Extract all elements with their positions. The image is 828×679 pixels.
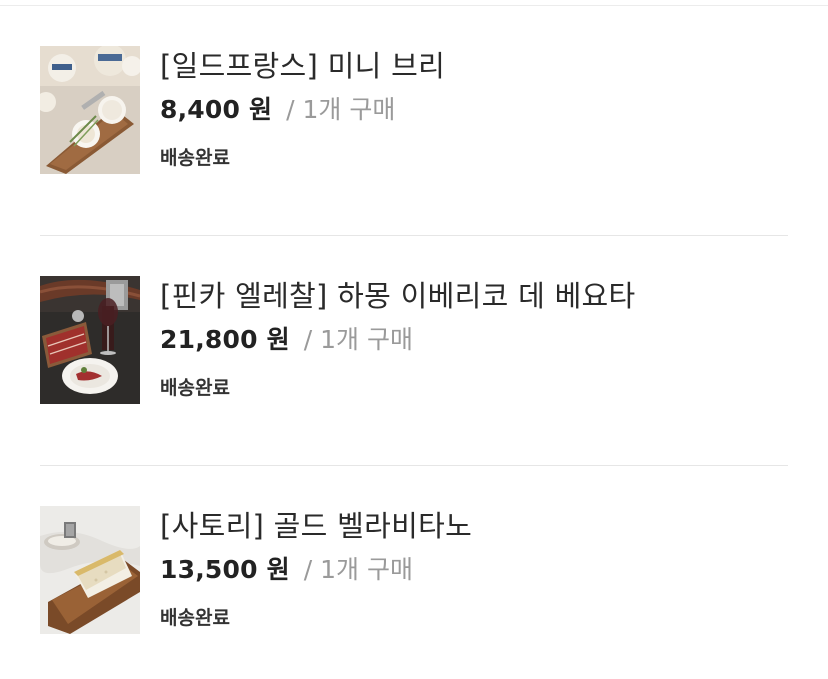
order-item[interactable]: [일드프랑스] 미니 브리 8,400 원 / 1개 구매 배송완료 <box>40 46 788 176</box>
order-item[interactable]: [사토리] 골드 벨라비타노 13,500 원 / 1개 구매 배송완료 <box>40 506 788 636</box>
jamon-iberico-image <box>40 276 140 404</box>
product-price: 13,500 원 <box>160 555 290 584</box>
product-price: 8,400 원 <box>160 95 273 124</box>
bellavitano-thumbnail[interactable] <box>40 506 140 634</box>
purchase-quantity: / 1개 구매 <box>303 555 413 584</box>
brie-cheese-image <box>40 46 140 174</box>
item-divider <box>40 465 788 466</box>
jamon-thumbnail[interactable] <box>40 276 140 404</box>
price-line: 21,800 원 / 1개 구매 <box>160 322 413 358</box>
price-line: 8,400 원 / 1개 구매 <box>160 92 395 128</box>
purchase-quantity: / 1개 구매 <box>286 95 396 124</box>
delivery-status: 배송완료 <box>160 377 230 399</box>
delivery-status: 배송완료 <box>160 147 230 169</box>
product-name[interactable]: [핀카 엘레찰] 하몽 이베리코 데 베요타 <box>160 276 636 316</box>
order-item[interactable]: [핀카 엘레찰] 하몽 이베리코 데 베요타 21,800 원 / 1개 구매 … <box>40 276 788 406</box>
price-line: 13,500 원 / 1개 구매 <box>160 552 413 588</box>
product-name[interactable]: [사토리] 골드 벨라비타노 <box>160 506 472 546</box>
product-name[interactable]: [일드프랑스] 미니 브리 <box>160 46 445 86</box>
purchase-quantity: / 1개 구매 <box>303 325 413 354</box>
item-divider <box>40 235 788 236</box>
delivery-status: 배송완료 <box>160 607 230 629</box>
brie-cheese-thumbnail[interactable] <box>40 46 140 174</box>
bellavitano-cheese-image <box>40 506 140 634</box>
product-price: 21,800 원 <box>160 325 290 354</box>
order-list: [일드프랑스] 미니 브리 8,400 원 / 1개 구매 배송완료 [핀카 엘… <box>0 0 828 679</box>
